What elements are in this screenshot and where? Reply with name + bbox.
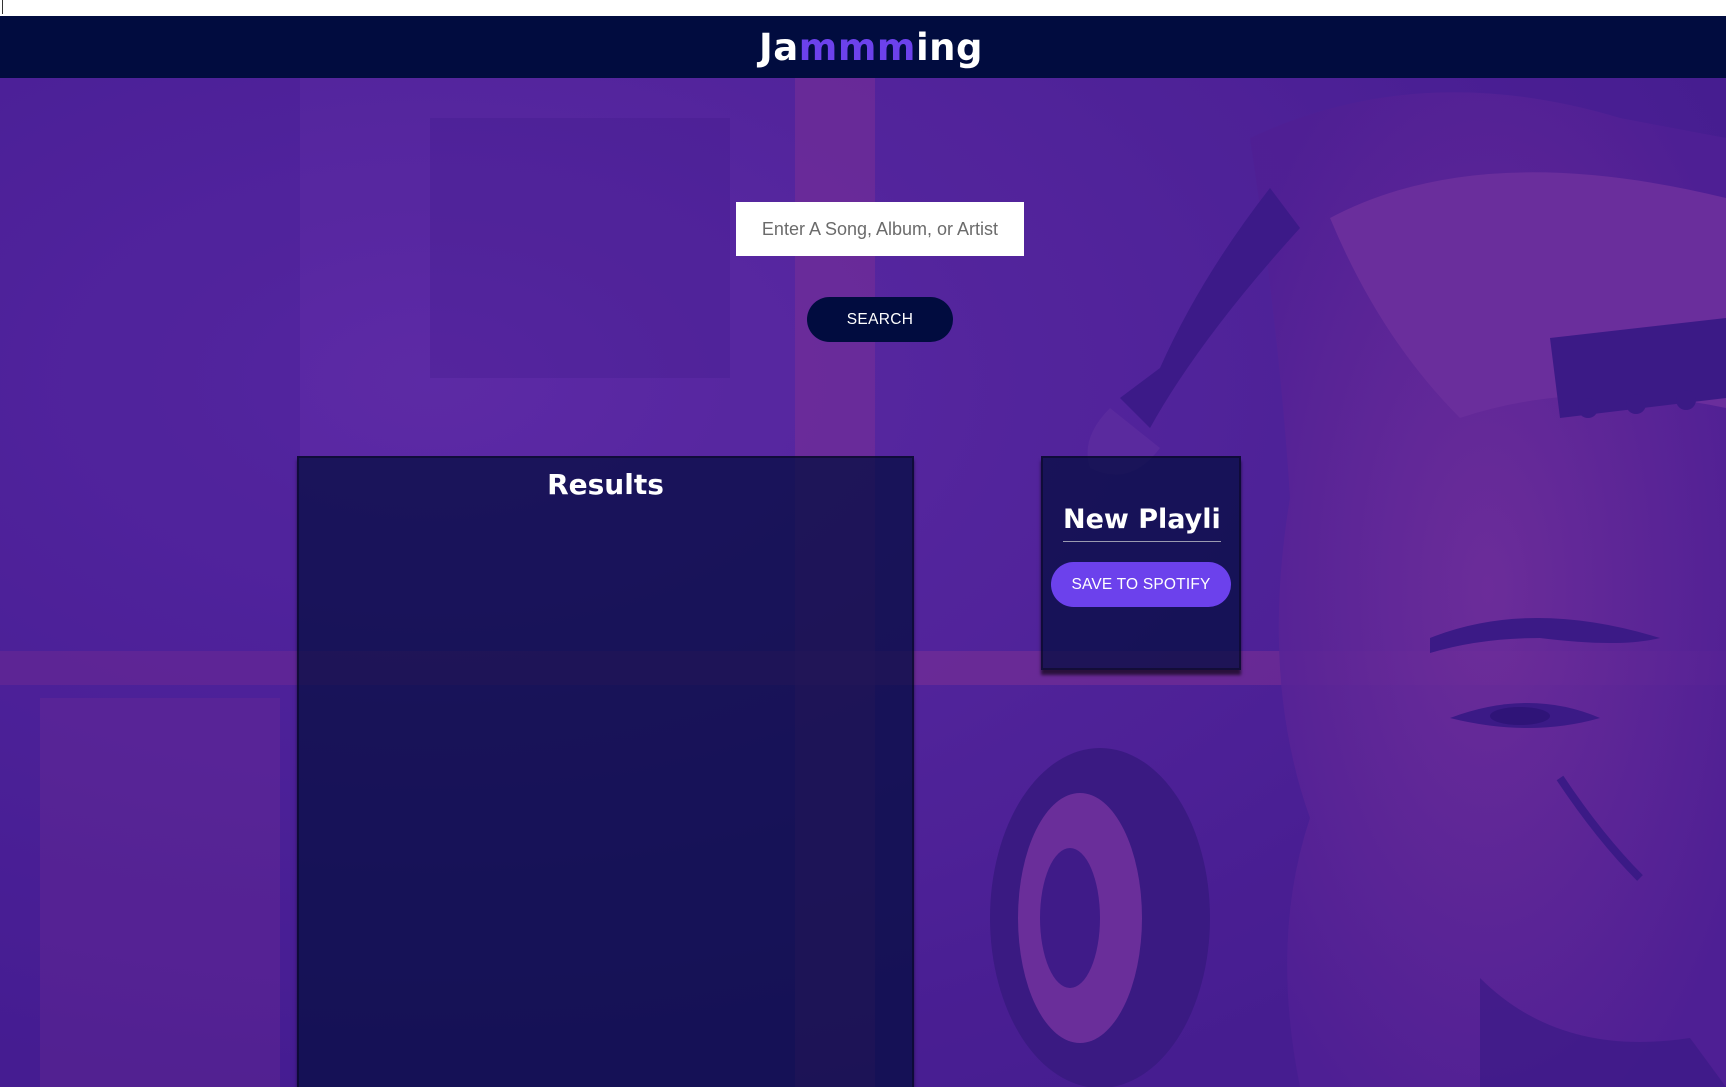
- logo-prefix: Ja: [759, 25, 799, 69]
- save-to-spotify-button[interactable]: SAVE TO SPOTIFY: [1051, 562, 1231, 607]
- browser-top-strip: [0, 0, 1726, 16]
- app-main: SEARCH Results SAVE TO SPOTIFY: [0, 78, 1726, 1087]
- app-logo: Jammming: [759, 26, 983, 69]
- search-results-panel: Results: [297, 456, 914, 1087]
- logo-accent: mmm: [798, 25, 916, 69]
- text-cursor: [2, 0, 3, 14]
- logo-suffix: ing: [915, 25, 983, 69]
- search-input[interactable]: [736, 202, 1024, 256]
- results-title: Results: [547, 468, 664, 501]
- search-button[interactable]: SEARCH: [807, 297, 953, 342]
- playlist-panel: SAVE TO SPOTIFY: [1041, 456, 1241, 670]
- playlist-name-input[interactable]: [1063, 498, 1221, 542]
- app-header: Jammming: [0, 16, 1726, 78]
